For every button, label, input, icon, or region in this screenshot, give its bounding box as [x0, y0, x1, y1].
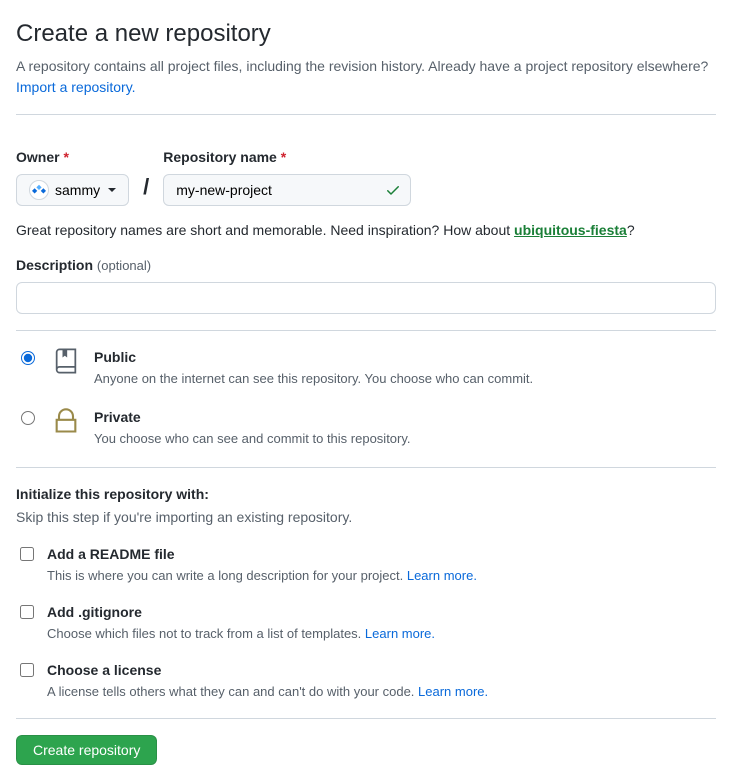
required-asterisk: *	[63, 149, 68, 165]
divider	[16, 467, 716, 468]
visibility-private-radio[interactable]	[21, 411, 35, 425]
readme-title: Add a README file	[47, 544, 477, 565]
create-repository-button[interactable]: Create repository	[16, 735, 157, 765]
divider	[16, 330, 716, 331]
repo-icon	[52, 347, 80, 381]
optional-text: (optional)	[97, 258, 151, 273]
required-asterisk: *	[281, 149, 286, 165]
readme-sub: This is where you can write a long descr…	[47, 568, 407, 583]
subhead-text: A repository contains all project files,…	[16, 58, 708, 74]
visibility-private-title: Private	[94, 407, 411, 428]
lock-icon	[52, 407, 80, 441]
license-learn-more-link[interactable]: Learn more.	[418, 684, 488, 699]
owner-username: sammy	[55, 182, 100, 198]
description-input[interactable]	[16, 282, 716, 314]
gitignore-sub: Choose which files not to track from a l…	[47, 626, 365, 641]
slash-separator: /	[141, 170, 151, 203]
readme-checkbox[interactable]	[20, 547, 34, 561]
visibility-public-title: Public	[94, 347, 533, 368]
description-label: Description (optional)	[16, 257, 151, 273]
gitignore-learn-more-link[interactable]: Learn more.	[365, 626, 435, 641]
page-title: Create a new repository	[16, 16, 716, 52]
import-repository-link[interactable]: Import a repository.	[16, 79, 136, 95]
divider	[16, 114, 716, 115]
init-sub: Skip this step if you're importing an ex…	[16, 507, 716, 528]
avatar-icon	[32, 183, 46, 197]
name-hint: Great repository names are short and mem…	[16, 220, 716, 241]
init-heading: Initialize this repository with:	[16, 484, 716, 505]
visibility-public-sub: Anyone on the internet can see this repo…	[94, 371, 533, 386]
gitignore-checkbox[interactable]	[20, 605, 34, 619]
owner-label: Owner *	[16, 147, 129, 168]
readme-learn-more-link[interactable]: Learn more.	[407, 568, 477, 583]
caret-down-icon	[108, 188, 116, 192]
license-checkbox[interactable]	[20, 663, 34, 677]
visibility-public-radio[interactable]	[21, 351, 35, 365]
avatar	[29, 180, 49, 200]
divider	[16, 718, 716, 719]
page-subhead: A repository contains all project files,…	[16, 56, 716, 98]
gitignore-title: Add .gitignore	[47, 602, 435, 623]
repo-name-input[interactable]	[163, 174, 411, 206]
license-sub: A license tells others what they can and…	[47, 684, 418, 699]
repo-name-label: Repository name *	[163, 147, 411, 168]
owner-select[interactable]: sammy	[16, 174, 129, 206]
check-icon	[385, 182, 401, 204]
name-suggestion-link[interactable]: ubiquitous-fiesta	[514, 222, 627, 238]
visibility-private-sub: You choose who can see and commit to thi…	[94, 431, 411, 446]
license-title: Choose a license	[47, 660, 488, 681]
